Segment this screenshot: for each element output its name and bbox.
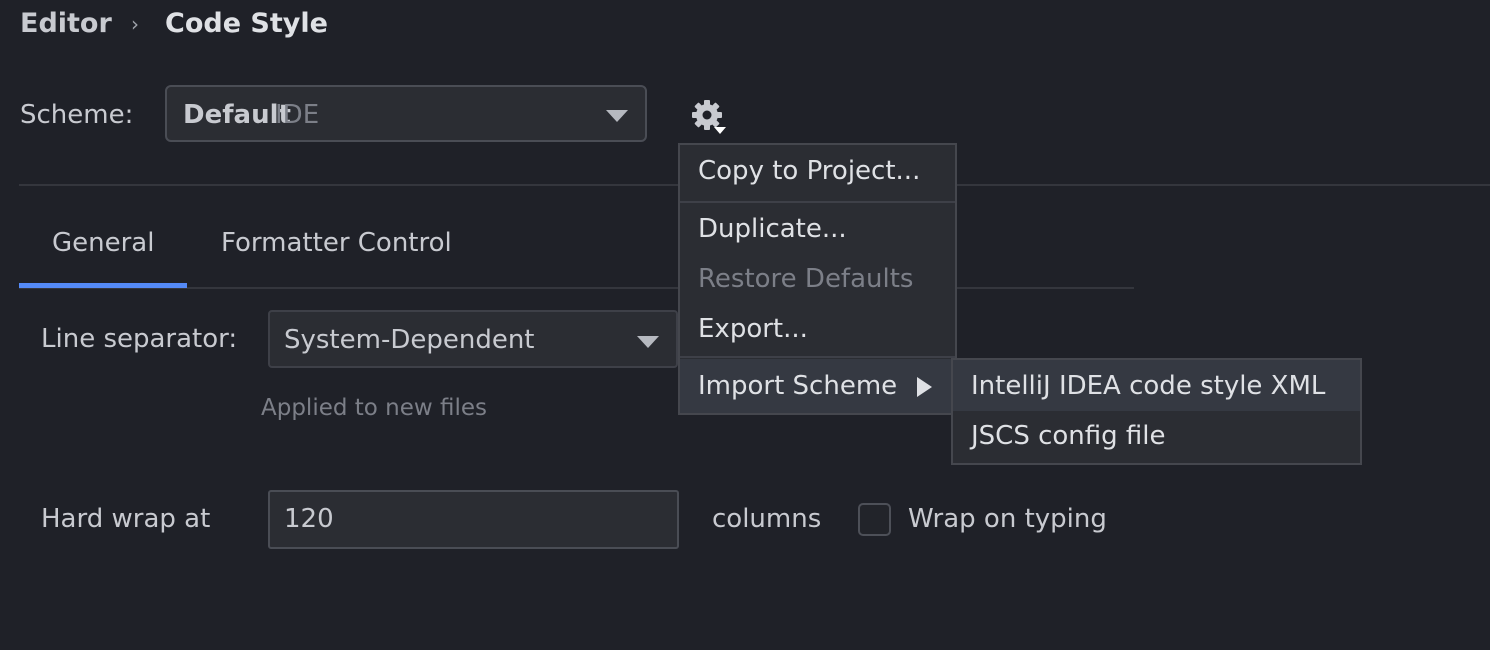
page-title: Code Style xyxy=(165,8,328,39)
wrap-on-typing-checkbox[interactable] xyxy=(858,503,891,536)
hard-wrap-input[interactable]: 120 xyxy=(268,490,679,549)
menu-separator xyxy=(680,356,955,358)
hard-wrap-unit: columns xyxy=(712,504,822,534)
scheme-dropdown[interactable]: Default IDE xyxy=(165,85,647,142)
menu-item-restore-defaults: Restore Defaults xyxy=(698,264,914,294)
breadcrumb-editor[interactable]: Editor xyxy=(20,8,112,39)
breadcrumb-separator: › xyxy=(131,12,139,36)
tab-formatter-control[interactable]: Formatter Control xyxy=(221,228,452,258)
active-tab-indicator xyxy=(19,283,187,288)
line-separator-value: System-Dependent xyxy=(284,325,535,355)
import-scheme-submenu: IntelliJ IDEA code style XML JSCS config… xyxy=(951,358,1362,465)
gear-icon[interactable] xyxy=(688,98,730,140)
menu-separator xyxy=(680,201,955,203)
submenu-arrow-icon xyxy=(917,377,932,397)
chevron-down-icon xyxy=(606,110,628,122)
scheme-label: Scheme: xyxy=(20,100,134,130)
line-separator-label: Line separator: xyxy=(41,324,238,354)
scheme-actions-menu: Copy to Project... Duplicate... Restore … xyxy=(678,143,957,415)
menu-item-export[interactable]: Export... xyxy=(698,314,808,344)
scheme-kind: IDE xyxy=(275,100,320,130)
menu-item-copy-to-project[interactable]: Copy to Project... xyxy=(698,156,920,186)
hard-wrap-label: Hard wrap at xyxy=(41,504,211,534)
submenu-item-jscs-config[interactable]: JSCS config file xyxy=(971,421,1166,451)
wrap-on-typing-label[interactable]: Wrap on typing xyxy=(908,504,1107,534)
menu-item-duplicate[interactable]: Duplicate... xyxy=(698,214,847,244)
chevron-down-icon xyxy=(637,336,659,348)
submenu-item-intellij-xml[interactable]: IntelliJ IDEA code style XML xyxy=(971,371,1325,401)
tab-general[interactable]: General xyxy=(52,228,154,258)
line-separator-hint: Applied to new files xyxy=(261,395,488,421)
menu-item-import-scheme[interactable]: Import Scheme xyxy=(698,371,897,401)
line-separator-dropdown[interactable]: System-Dependent xyxy=(268,310,678,368)
